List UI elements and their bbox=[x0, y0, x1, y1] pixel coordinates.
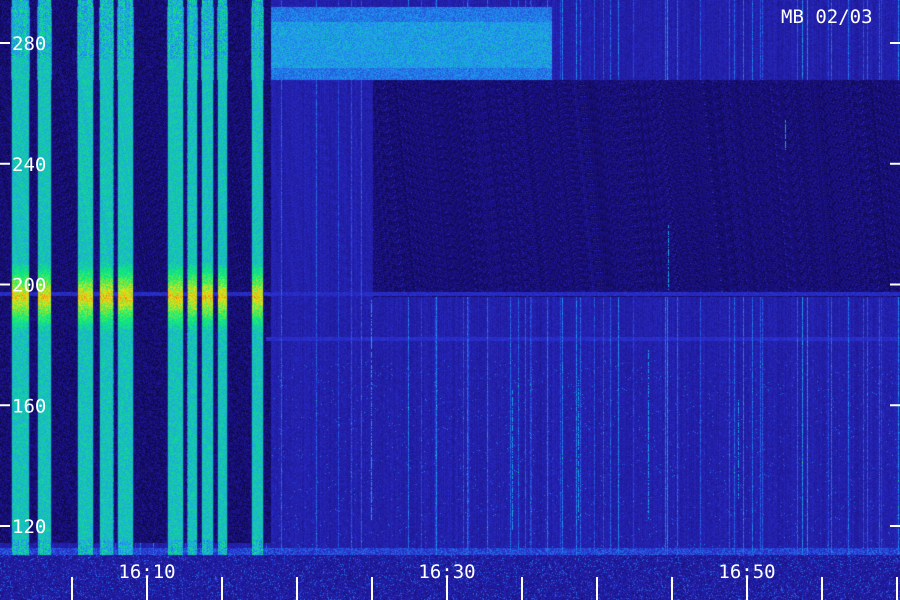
x-axis: 16:10 16:30 16:50 bbox=[71, 561, 898, 600]
axes-overlay: MB 02/03 120 160 200 240 280 16:10 16:30 16:50 bbox=[0, 6, 900, 600]
y-tick-label: 240 bbox=[12, 154, 46, 176]
chart-title: MB 02/03 bbox=[781, 6, 873, 28]
x-tick-label: 16:10 bbox=[118, 561, 175, 583]
y-tick-label: 280 bbox=[12, 33, 46, 55]
y-tick-label: 160 bbox=[12, 395, 46, 417]
x-tick-label: 16:30 bbox=[418, 561, 475, 583]
y-tick-label: 120 bbox=[12, 516, 46, 538]
y-axis: 120 160 200 240 280 bbox=[0, 33, 900, 538]
y-tick-label: 200 bbox=[12, 275, 46, 297]
x-tick-label: 16:50 bbox=[718, 561, 775, 583]
